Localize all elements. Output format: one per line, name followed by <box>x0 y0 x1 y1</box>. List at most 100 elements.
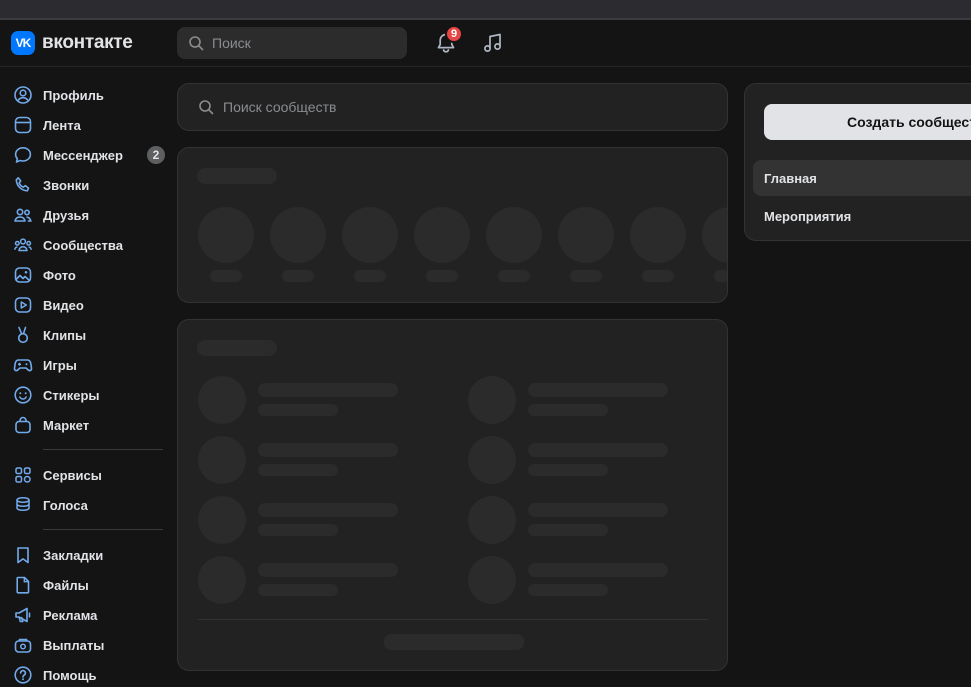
skeleton-avatar <box>558 207 614 263</box>
top-bar: VK вконтакте 9 <box>0 20 971 67</box>
sidebar-item-label: Закладки <box>43 547 104 563</box>
newsfeed-icon <box>13 115 33 135</box>
friends-icon <box>13 205 33 225</box>
sidebar-item-label: Видео <box>43 297 84 313</box>
sidebar-item-bookmarks[interactable]: Закладки <box>0 540 170 570</box>
skeleton-line <box>258 524 338 536</box>
logo-text: вконтакте <box>42 32 133 53</box>
skeleton-line <box>258 443 398 457</box>
sidebar-item-files[interactable]: Файлы <box>0 570 170 600</box>
communities-search-box[interactable] <box>177 83 728 131</box>
skeleton-avatar <box>198 556 246 604</box>
sidebar-item-calls[interactable]: Звонки <box>0 170 170 200</box>
skeleton-avatar <box>468 496 516 544</box>
skeleton-avatar <box>270 207 326 263</box>
menu-item-main[interactable]: Главная <box>753 160 971 196</box>
top-search-box[interactable] <box>177 27 407 59</box>
sidebar-item-label: Игры <box>43 357 77 373</box>
skeleton-caption <box>426 270 458 282</box>
sidebar-item-messenger[interactable]: Мессенджер 2 <box>0 140 170 170</box>
skeleton-avatar <box>198 207 254 263</box>
skeleton-line <box>258 584 338 596</box>
messenger-count-badge: 2 <box>147 146 165 164</box>
sidebar-item-label: Сервисы <box>43 467 102 483</box>
phone-icon <box>13 175 33 195</box>
skeleton-title <box>197 168 277 184</box>
clips-icon <box>13 325 33 345</box>
sidebar-item-profile[interactable]: Профиль <box>0 80 170 110</box>
skeleton-show-all <box>384 634 524 650</box>
sidebar-item-games[interactable]: Игры <box>0 350 170 380</box>
sidebar-item-clips[interactable]: Клипы <box>0 320 170 350</box>
sidebar-item-label: Фото <box>43 267 76 283</box>
sidebar-item-payouts[interactable]: Выплаты <box>0 630 170 660</box>
sidebar-item-photos[interactable]: Фото <box>0 260 170 290</box>
payouts-icon <box>13 635 33 655</box>
create-community-button[interactable]: Создать сообщество <box>764 104 971 140</box>
skeleton-title <box>197 340 277 356</box>
photo-icon <box>13 265 33 285</box>
sidebar-item-videos[interactable]: Видео <box>0 290 170 320</box>
sidebar-item-friends[interactable]: Друзья <box>0 200 170 230</box>
sidebar-item-feed[interactable]: Лента <box>0 110 170 140</box>
sidebar-item-help[interactable]: Помощь <box>0 660 170 687</box>
sidebar-divider <box>43 529 163 530</box>
menu-item-events[interactable]: Мероприятия <box>753 198 971 234</box>
skeleton-avatar <box>198 496 246 544</box>
skeleton-avatar <box>702 207 727 263</box>
gamepad-icon <box>13 355 33 375</box>
sidebar-item-votes[interactable]: Голоса <box>0 490 170 520</box>
skeleton-line <box>528 524 608 536</box>
skeleton-line <box>258 503 398 517</box>
smile-icon <box>13 385 33 405</box>
sidebar-item-label: Мессенджер <box>43 147 123 163</box>
sidebar-item-label: Маркет <box>43 417 90 433</box>
skeleton-caption <box>498 270 530 282</box>
skeleton-avatar <box>342 207 398 263</box>
communities-icon <box>13 235 33 255</box>
sidebar-item-label: Реклама <box>43 607 98 623</box>
skeleton-caption <box>210 270 242 282</box>
sidebar-item-label: Клипы <box>43 327 87 343</box>
skeleton-caption <box>282 270 314 282</box>
sidebar-item-label: Выплаты <box>43 637 105 653</box>
sidebar-item-label: Сообщества <box>43 237 123 253</box>
sidebar-item-stickers[interactable]: Стикеры <box>0 380 170 410</box>
sidebar-item-label: Друзья <box>43 207 90 223</box>
skeleton-line <box>528 464 608 476</box>
communities-search-input[interactable] <box>223 99 703 115</box>
skeleton-avatar <box>468 436 516 484</box>
sidebar-item-communities[interactable]: Сообщества <box>0 230 170 260</box>
communities-actions-panel: Создать сообщество Главная Мероприятия <box>744 83 971 241</box>
sidebar-item-ads[interactable]: Реклама <box>0 600 170 630</box>
services-grid-icon <box>13 465 33 485</box>
skeleton-line <box>258 563 398 577</box>
skeleton-line <box>528 563 668 577</box>
sidebar-item-label: Звонки <box>43 177 90 193</box>
skeleton-caption <box>714 270 727 282</box>
notifications-count-badge: 9 <box>445 25 463 43</box>
skeleton-avatar <box>468 376 516 424</box>
skeleton-line <box>258 464 338 476</box>
skeleton-caption <box>570 270 602 282</box>
sidebar-divider <box>43 449 163 450</box>
sidebar-item-label: Лента <box>43 117 81 133</box>
skeleton-avatar <box>486 207 542 263</box>
file-icon <box>13 575 33 595</box>
message-icon <box>13 145 33 165</box>
bookmark-icon <box>13 545 33 565</box>
music-icon[interactable] <box>481 31 505 55</box>
skeleton-line <box>528 443 668 457</box>
top-search-input[interactable] <box>212 35 402 51</box>
sidebar-item-services[interactable]: Сервисы <box>0 460 170 490</box>
skeleton-line <box>528 503 668 517</box>
skeleton-avatar <box>468 556 516 604</box>
list-divider <box>198 619 708 620</box>
skeleton-line <box>528 383 668 397</box>
sidebar-item-label: Файлы <box>43 577 89 593</box>
skeleton-line <box>258 383 398 397</box>
vk-logo[interactable]: VK вконтакте <box>11 31 133 55</box>
skeleton-avatar <box>630 207 686 263</box>
skeleton-avatar <box>198 436 246 484</box>
sidebar-item-market[interactable]: Маркет <box>0 410 170 440</box>
